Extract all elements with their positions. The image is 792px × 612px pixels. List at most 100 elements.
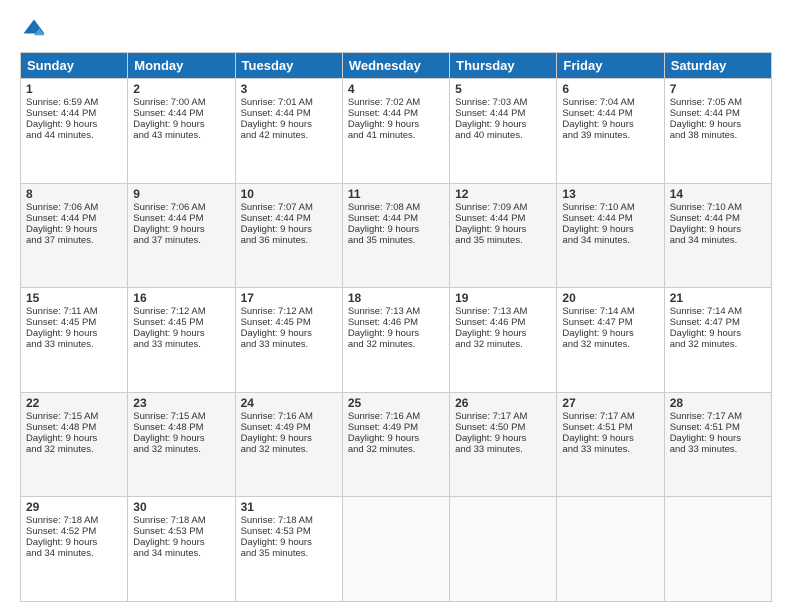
cell-line: Daylight: 9 hours — [562, 119, 658, 130]
calendar-cell — [342, 497, 449, 602]
cell-line: Sunrise: 6:59 AM — [26, 97, 122, 108]
cell-line: Sunrise: 7:10 AM — [562, 202, 658, 213]
cell-line: Sunrise: 7:03 AM — [455, 97, 551, 108]
cell-line: Sunrise: 7:06 AM — [26, 202, 122, 213]
cell-line: Sunset: 4:50 PM — [455, 422, 551, 433]
day-number: 13 — [562, 187, 658, 201]
calendar-cell: 19Sunrise: 7:13 AMSunset: 4:46 PMDayligh… — [450, 288, 557, 393]
cell-line: Sunset: 4:48 PM — [26, 422, 122, 433]
cell-line: and 43 minutes. — [133, 130, 229, 141]
cell-line: Sunrise: 7:16 AM — [348, 411, 444, 422]
cell-line: and 34 minutes. — [26, 548, 122, 559]
cell-line: Sunset: 4:49 PM — [241, 422, 337, 433]
calendar-cell: 24Sunrise: 7:16 AMSunset: 4:49 PMDayligh… — [235, 392, 342, 497]
calendar-week-1: 1Sunrise: 6:59 AMSunset: 4:44 PMDaylight… — [21, 79, 772, 184]
cell-line: Sunset: 4:44 PM — [26, 213, 122, 224]
cell-line: Sunset: 4:44 PM — [348, 108, 444, 119]
cell-line: Sunrise: 7:17 AM — [455, 411, 551, 422]
cell-line: Daylight: 9 hours — [241, 224, 337, 235]
cell-line: and 33 minutes. — [455, 444, 551, 455]
calendar-cell: 15Sunrise: 7:11 AMSunset: 4:45 PMDayligh… — [21, 288, 128, 393]
cell-line: Daylight: 9 hours — [133, 433, 229, 444]
cell-line: Daylight: 9 hours — [133, 119, 229, 130]
day-number: 9 — [133, 187, 229, 201]
calendar-body: 1Sunrise: 6:59 AMSunset: 4:44 PMDaylight… — [21, 79, 772, 602]
calendar-cell: 8Sunrise: 7:06 AMSunset: 4:44 PMDaylight… — [21, 183, 128, 288]
cell-line: Daylight: 9 hours — [133, 328, 229, 339]
calendar-cell: 18Sunrise: 7:13 AMSunset: 4:46 PMDayligh… — [342, 288, 449, 393]
header-row: SundayMondayTuesdayWednesdayThursdayFrid… — [21, 53, 772, 79]
cell-line: and 36 minutes. — [241, 235, 337, 246]
cell-line: Daylight: 9 hours — [455, 328, 551, 339]
cell-line: Daylight: 9 hours — [670, 119, 766, 130]
calendar-cell: 5Sunrise: 7:03 AMSunset: 4:44 PMDaylight… — [450, 79, 557, 184]
calendar-week-2: 8Sunrise: 7:06 AMSunset: 4:44 PMDaylight… — [21, 183, 772, 288]
cell-line: Sunset: 4:44 PM — [133, 108, 229, 119]
cell-line: Daylight: 9 hours — [670, 433, 766, 444]
cell-line: Daylight: 9 hours — [241, 119, 337, 130]
cell-line: Sunrise: 7:13 AM — [455, 306, 551, 317]
cell-line: Daylight: 9 hours — [455, 433, 551, 444]
cell-line: Sunrise: 7:18 AM — [26, 515, 122, 526]
cell-line: and 32 minutes. — [241, 444, 337, 455]
calendar-cell — [664, 497, 771, 602]
cell-line: and 33 minutes. — [26, 339, 122, 350]
cell-line: and 32 minutes. — [455, 339, 551, 350]
calendar-cell: 21Sunrise: 7:14 AMSunset: 4:47 PMDayligh… — [664, 288, 771, 393]
cell-line: Sunrise: 7:06 AM — [133, 202, 229, 213]
calendar-cell: 22Sunrise: 7:15 AMSunset: 4:48 PMDayligh… — [21, 392, 128, 497]
cell-line: Daylight: 9 hours — [241, 328, 337, 339]
day-number: 6 — [562, 82, 658, 96]
cell-line: and 38 minutes. — [670, 130, 766, 141]
day-number: 16 — [133, 291, 229, 305]
cell-line: Sunset: 4:49 PM — [348, 422, 444, 433]
cell-line: and 42 minutes. — [241, 130, 337, 141]
calendar-cell: 25Sunrise: 7:16 AMSunset: 4:49 PMDayligh… — [342, 392, 449, 497]
cell-line: Daylight: 9 hours — [562, 224, 658, 235]
calendar-week-3: 15Sunrise: 7:11 AMSunset: 4:45 PMDayligh… — [21, 288, 772, 393]
cell-line: Daylight: 9 hours — [241, 433, 337, 444]
cell-line: Sunrise: 7:04 AM — [562, 97, 658, 108]
cell-line: Sunrise: 7:18 AM — [241, 515, 337, 526]
calendar-cell — [557, 497, 664, 602]
header-cell-monday: Monday — [128, 53, 235, 79]
cell-line: Daylight: 9 hours — [670, 224, 766, 235]
calendar-cell: 20Sunrise: 7:14 AMSunset: 4:47 PMDayligh… — [557, 288, 664, 393]
day-number: 11 — [348, 187, 444, 201]
calendar-cell: 9Sunrise: 7:06 AMSunset: 4:44 PMDaylight… — [128, 183, 235, 288]
day-number: 10 — [241, 187, 337, 201]
cell-line: Daylight: 9 hours — [26, 328, 122, 339]
calendar-cell: 11Sunrise: 7:08 AMSunset: 4:44 PMDayligh… — [342, 183, 449, 288]
day-number: 23 — [133, 396, 229, 410]
cell-line: Sunset: 4:44 PM — [241, 108, 337, 119]
cell-line: and 35 minutes. — [241, 548, 337, 559]
calendar-cell: 4Sunrise: 7:02 AMSunset: 4:44 PMDaylight… — [342, 79, 449, 184]
cell-line: Sunset: 4:51 PM — [562, 422, 658, 433]
calendar-cell: 30Sunrise: 7:18 AMSunset: 4:53 PMDayligh… — [128, 497, 235, 602]
cell-line: and 32 minutes. — [348, 339, 444, 350]
calendar-cell: 23Sunrise: 7:15 AMSunset: 4:48 PMDayligh… — [128, 392, 235, 497]
cell-line: and 39 minutes. — [562, 130, 658, 141]
cell-line: Sunset: 4:46 PM — [455, 317, 551, 328]
cell-line: Sunrise: 7:13 AM — [348, 306, 444, 317]
day-number: 3 — [241, 82, 337, 96]
day-number: 1 — [26, 82, 122, 96]
cell-line: Sunset: 4:44 PM — [562, 108, 658, 119]
cell-line: Sunrise: 7:01 AM — [241, 97, 337, 108]
cell-line: Sunset: 4:45 PM — [133, 317, 229, 328]
cell-line: Sunset: 4:44 PM — [26, 108, 122, 119]
cell-line: and 32 minutes. — [133, 444, 229, 455]
cell-line: and 32 minutes. — [26, 444, 122, 455]
day-number: 22 — [26, 396, 122, 410]
calendar-cell: 28Sunrise: 7:17 AMSunset: 4:51 PMDayligh… — [664, 392, 771, 497]
calendar-cell: 14Sunrise: 7:10 AMSunset: 4:44 PMDayligh… — [664, 183, 771, 288]
calendar-cell: 31Sunrise: 7:18 AMSunset: 4:53 PMDayligh… — [235, 497, 342, 602]
day-number: 7 — [670, 82, 766, 96]
calendar-week-5: 29Sunrise: 7:18 AMSunset: 4:52 PMDayligh… — [21, 497, 772, 602]
cell-line: and 32 minutes. — [670, 339, 766, 350]
day-number: 25 — [348, 396, 444, 410]
cell-line: Daylight: 9 hours — [26, 537, 122, 548]
day-number: 31 — [241, 500, 337, 514]
cell-line: and 32 minutes. — [562, 339, 658, 350]
cell-line: Sunrise: 7:02 AM — [348, 97, 444, 108]
